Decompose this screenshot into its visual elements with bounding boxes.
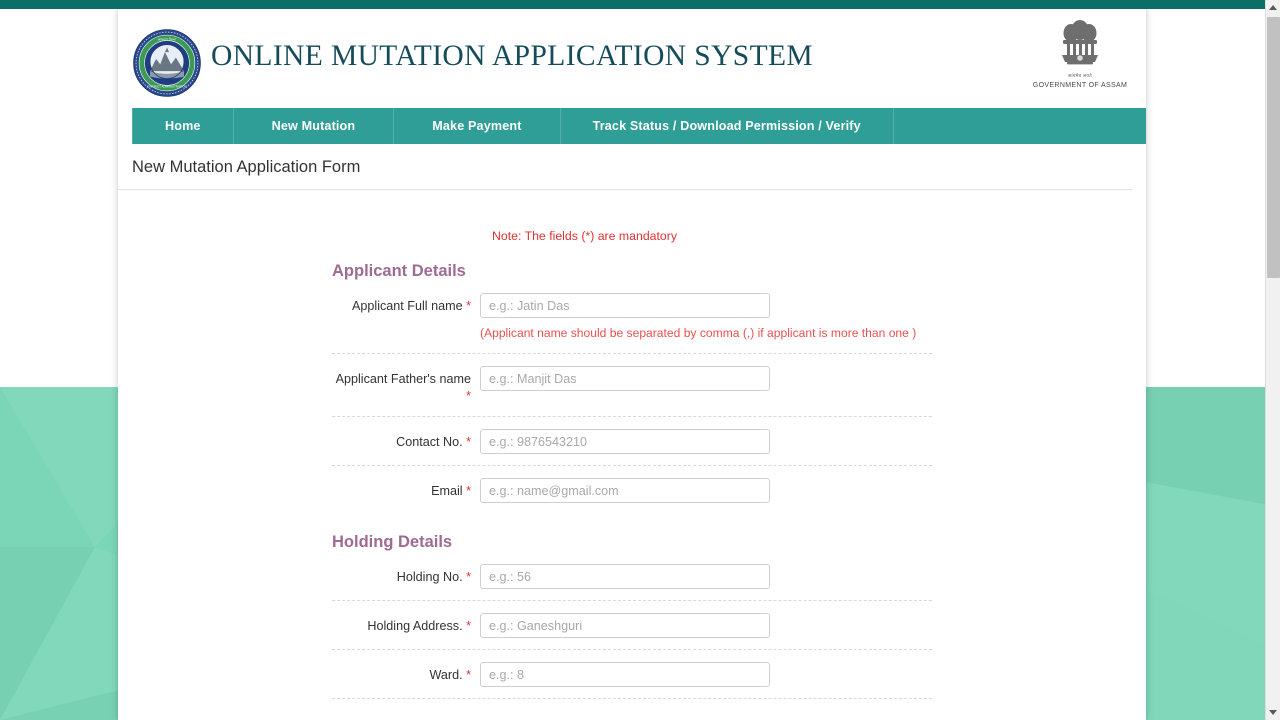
label-applicant-full-name-text: Applicant Full name — [352, 299, 463, 313]
label-contact-no: Contact No. * — [332, 429, 480, 451]
nav-item-make-payment-label: Make Payment — [432, 119, 521, 133]
form-row-holding-no: Holding No. * — [332, 552, 932, 601]
label-applicant-full-name: Applicant Full name * — [332, 293, 480, 315]
form-row-holding-address: Holding Address. * — [332, 601, 932, 650]
nav-item-new-mutation-label: New Mutation — [272, 119, 356, 133]
holding-address-input[interactable] — [480, 613, 770, 638]
government-emblem: सत्यमेव जयते GOVERNMENT OF ASSAM — [1032, 20, 1128, 89]
fieldwrap-applicant-father-name — [480, 366, 932, 391]
section-title-applicant-details: Applicant Details — [332, 262, 1146, 281]
ashoka-lion-capital-icon — [1051, 20, 1109, 72]
contact-no-input[interactable] — [480, 429, 770, 454]
applicant-details-fields: Applicant Full name * (Applicant name sh… — [332, 281, 932, 514]
assam-seal-icon: কামৰূপ জিলা DISTRICT ADMINISTRATION — [133, 29, 201, 97]
label-ward-text: Ward. — [429, 668, 462, 682]
form-row-ward: Ward. * — [332, 650, 932, 699]
required-marker: * — [466, 389, 471, 403]
form-row-contact-no: Contact No. * — [332, 417, 932, 466]
form-row-applicant-full-name: Applicant Full name * (Applicant name sh… — [332, 281, 932, 354]
applicant-full-name-input[interactable] — [480, 293, 770, 318]
label-email: Email * — [332, 478, 480, 500]
nav-item-new-mutation[interactable]: New Mutation — [234, 108, 395, 144]
fieldwrap-holding-address — [480, 613, 932, 638]
top-accent-strip — [0, 0, 1280, 9]
main-navigation: Home New Mutation Make Payment Track Sta… — [132, 108, 1146, 144]
fieldwrap-applicant-full-name: (Applicant name should be separated by c… — [480, 293, 932, 342]
email-input[interactable] — [480, 478, 770, 503]
emblem-hindi-text: सत्यमेव जयते — [1032, 73, 1128, 79]
nav-item-make-payment[interactable]: Make Payment — [394, 108, 560, 144]
nav-item-track-status[interactable]: Track Status / Download Permission / Ver… — [561, 108, 894, 144]
form-row-email: Email * — [332, 466, 932, 514]
label-email-text: Email — [431, 484, 463, 498]
label-contact-no-text: Contact No. — [396, 435, 463, 449]
label-applicant-father-name-text: Applicant Father's name — [336, 372, 471, 386]
nav-item-home[interactable]: Home — [132, 108, 234, 144]
holding-no-input[interactable] — [480, 564, 770, 589]
svg-text:DISTRICT ADMINISTRATION: DISTRICT ADMINISTRATION — [147, 84, 187, 88]
site-header: কামৰূপ জিলা DISTRICT ADMINISTRATION ONLI… — [118, 8, 1146, 102]
label-ward: Ward. * — [332, 662, 480, 684]
fieldwrap-email — [480, 478, 932, 503]
content-sheet: কামৰূপ জিলা DISTRICT ADMINISTRATION ONLI… — [118, 8, 1146, 720]
label-holding-address-text: Holding Address. — [367, 619, 462, 633]
holding-details-fields: Holding No. * Holding Address. * War — [332, 552, 932, 699]
required-marker: * — [466, 619, 471, 633]
fieldwrap-contact-no — [480, 429, 932, 454]
emblem-caption: GOVERNMENT OF ASSAM — [1032, 82, 1128, 89]
required-marker: * — [466, 435, 471, 449]
page-title: New Mutation Application Form — [118, 144, 1132, 190]
section-title-holding-details: Holding Details — [332, 533, 1146, 552]
required-marker: * — [466, 570, 471, 584]
required-marker: * — [466, 484, 471, 498]
site-title: ONLINE MUTATION APPLICATION SYSTEM — [211, 40, 813, 73]
form-row-applicant-father-name: Applicant Father's name * — [332, 354, 932, 417]
ward-input[interactable] — [480, 662, 770, 687]
applicant-father-name-input[interactable] — [480, 366, 770, 391]
nav-item-track-status-label: Track Status / Download Permission / Ver… — [593, 119, 861, 133]
label-holding-no: Holding No. * — [332, 564, 480, 586]
hint-applicant-full-name: (Applicant name should be separated by c… — [480, 325, 922, 342]
fieldwrap-ward — [480, 662, 932, 687]
nav-item-home-label: Home — [165, 119, 201, 133]
label-applicant-father-name: Applicant Father's name * — [332, 366, 480, 405]
form-content: New Mutation Application Form Note: The … — [118, 144, 1146, 699]
browser-scrollbar[interactable] — [1265, 0, 1280, 720]
svg-text:কামৰূপ জিলা: কামৰূপ জিলা — [157, 38, 177, 42]
scroll-down-arrow-icon[interactable] — [1266, 705, 1280, 720]
mandatory-fields-note: Note: The fields (*) are mandatory — [118, 229, 1146, 243]
label-holding-address: Holding Address. * — [332, 613, 480, 635]
required-marker: * — [466, 299, 471, 313]
scrollbar-thumb[interactable] — [1267, 17, 1280, 278]
scroll-up-arrow-icon[interactable] — [1266, 0, 1280, 15]
label-holding-no-text: Holding No. — [397, 570, 463, 584]
required-marker: * — [466, 668, 471, 682]
fieldwrap-holding-no — [480, 564, 932, 589]
